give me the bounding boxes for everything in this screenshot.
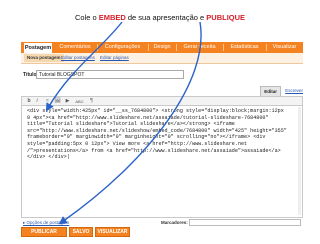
html-code-textarea[interactable]: <div style="width:425px" id="__ss_768480… xyxy=(21,106,303,218)
tab-edit-html[interactable]: Editar HTML xyxy=(260,86,281,103)
labels-input[interactable] xyxy=(189,219,301,226)
tab-postagem[interactable]: Postagem xyxy=(23,42,53,53)
blogger-editor: Postagem Comentários Configurações Desig… xyxy=(21,42,303,243)
tab-design[interactable]: Design xyxy=(150,42,174,53)
instruction-text: Cole o EMBED de sua apresentação e PUBLI… xyxy=(0,13,320,22)
tab-configuracoes[interactable]: Configurações xyxy=(99,42,146,53)
sub-tabs: Nova postagem Editar postagens Editar pá… xyxy=(21,53,303,64)
main-tabs: Postagem Comentários Configurações Desig… xyxy=(21,42,303,53)
link-icon[interactable]: ≈ xyxy=(44,98,51,105)
post-options-row: ▸ Opções de postagem Marcadores: xyxy=(21,219,303,227)
textarea-scrollbar[interactable] xyxy=(298,107,301,215)
tab-separator xyxy=(148,44,149,51)
paragraph-icon[interactable]: ¶ xyxy=(88,98,95,105)
publish-button[interactable]: PUBLICAR POSTAGEM xyxy=(21,227,67,243)
tab-separator xyxy=(176,44,177,51)
post-options-link[interactable]: ▸ Opções de postagem xyxy=(23,220,69,226)
tab-visualizar[interactable]: Visualizar xyxy=(268,42,301,53)
tab-separator xyxy=(223,44,224,51)
italic-button[interactable]: i xyxy=(34,98,40,105)
bold-button[interactable]: b xyxy=(26,98,32,105)
tab-separator xyxy=(266,44,267,51)
instruction-publique: PUBLIQUE xyxy=(206,13,246,22)
labels-label: Marcadores: xyxy=(161,220,188,225)
save-button[interactable]: SALVO xyxy=(69,227,93,237)
subtab-nova-postagem[interactable]: Nova postagem xyxy=(24,54,64,62)
tab-gerar-receita[interactable]: Gerar receita xyxy=(178,42,221,53)
tab-comentarios[interactable]: Comentários xyxy=(55,42,95,53)
instruction-before: Cole o xyxy=(74,13,99,22)
video-icon[interactable]: ▶ xyxy=(64,98,71,105)
spellcheck-icon[interactable]: ABC xyxy=(74,98,85,105)
editor-toolbar: b i ≈ 🖼 ▶ ABC ¶ xyxy=(21,96,303,106)
instruction-embed: EMBED xyxy=(98,13,126,22)
tab-compose[interactable]: Escrever xyxy=(285,86,303,95)
tab-estatisticas[interactable]: Estatísticas xyxy=(225,42,264,53)
title-row: Título: Tutorial BLOGSPOT xyxy=(21,70,303,82)
subtab-editar-postagens[interactable]: Editar postagens xyxy=(61,54,95,62)
post-title-input[interactable]: Tutorial BLOGSPOT xyxy=(36,70,184,79)
tab-separator xyxy=(97,44,98,51)
subtab-editar-paginas[interactable]: Editar páginas xyxy=(100,54,129,62)
instruction-middle: de sua apresentação e xyxy=(125,13,207,22)
preview-button[interactable]: VISUALIZAR xyxy=(95,227,130,237)
image-icon[interactable]: 🖼 xyxy=(54,98,61,105)
